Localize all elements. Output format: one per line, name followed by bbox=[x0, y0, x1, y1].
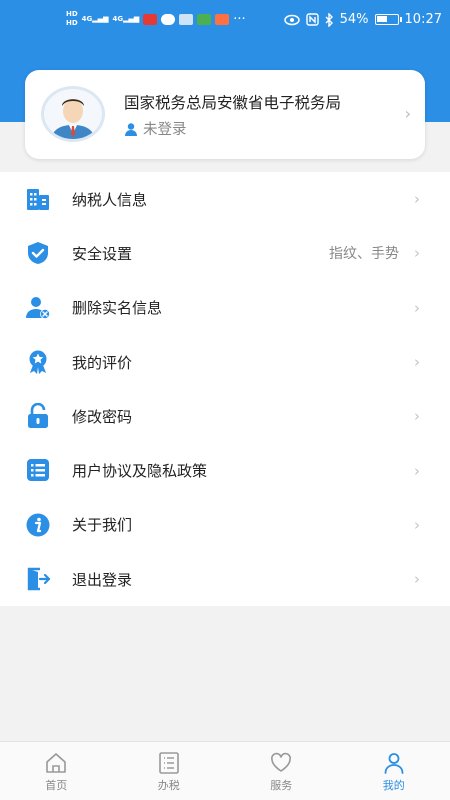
award-icon bbox=[29, 350, 47, 374]
status-icons-right: 54% 10:27 bbox=[283, 12, 442, 27]
bottom-tab-bar: 首页 办税 服务 我的 bbox=[0, 741, 450, 800]
chevron-right-icon: › bbox=[414, 570, 420, 589]
menu-label: 我的评价 bbox=[72, 353, 133, 372]
tab-label: 办税 bbox=[157, 779, 180, 792]
app-notification-icon-2 bbox=[215, 13, 230, 25]
building-icon bbox=[27, 189, 49, 210]
menu-item-about-us[interactable]: 关于我们 › bbox=[0, 498, 450, 552]
menu-item-logout[interactable]: 退出登录 › bbox=[0, 552, 450, 606]
person-icon bbox=[384, 753, 404, 774]
battery-icon bbox=[374, 14, 402, 25]
tab-label: 我的 bbox=[382, 779, 405, 792]
tab-home[interactable]: 首页 bbox=[0, 742, 113, 800]
chevron-right-icon: › bbox=[414, 461, 420, 480]
status-bar: HD HD 4G▂▄▆ 4G▂▄▆ ··· 54% 10:27 bbox=[0, 0, 450, 42]
tab-label: 服务 bbox=[270, 779, 293, 792]
login-status-text: 未登录 bbox=[143, 122, 187, 138]
menu-item-security-settings[interactable]: 安全设置 指纹、手势 › bbox=[0, 226, 450, 280]
organization-name: 国家税务总局安徽省电子税务局 bbox=[124, 94, 342, 112]
status-icons-left: HD HD 4G▂▄▆ 4G▂▄▆ ··· bbox=[66, 10, 246, 28]
lock-open-icon bbox=[28, 403, 48, 429]
notification-app-icon bbox=[143, 13, 158, 25]
menu-item-user-agreement[interactable]: 用户协议及隐私政策 › bbox=[0, 443, 450, 497]
menu-item-delete-identity[interactable]: 删除实名信息 › bbox=[0, 281, 450, 335]
menu-item-my-reviews[interactable]: 我的评价 › bbox=[0, 335, 450, 389]
chat-icon bbox=[161, 13, 176, 25]
shield-check-icon bbox=[28, 242, 48, 265]
menu-label: 删除实名信息 bbox=[72, 299, 163, 318]
message-icon bbox=[179, 13, 194, 25]
menu-item-change-password[interactable]: 修改密码 › bbox=[0, 389, 450, 443]
menu-label: 纳税人信息 bbox=[72, 190, 148, 209]
clock: 10:27 bbox=[404, 12, 442, 27]
menu-item-taxpayer-info[interactable]: 纳税人信息 › bbox=[0, 172, 450, 226]
home-icon bbox=[46, 753, 67, 773]
list-icon bbox=[27, 459, 49, 482]
nfc-icon bbox=[305, 13, 319, 26]
login-status[interactable]: 未登录 bbox=[124, 118, 187, 139]
menu-label: 修改密码 bbox=[72, 407, 133, 426]
settings-menu: 纳税人信息 › 安全设置 指纹、手势 › 删除实名信息 › 我的评价 › 修改密… bbox=[0, 172, 450, 607]
user-remove-icon bbox=[26, 296, 50, 319]
tab-mine[interactable]: 我的 bbox=[338, 742, 450, 800]
user-icon bbox=[125, 122, 137, 136]
hd-indicator: HD HD bbox=[66, 10, 78, 27]
eye-icon bbox=[283, 14, 300, 25]
menu-label: 关于我们 bbox=[72, 516, 133, 535]
avatar bbox=[41, 86, 105, 142]
chevron-right-icon: › bbox=[414, 298, 420, 317]
info-icon bbox=[26, 513, 50, 537]
app-notification-icon bbox=[197, 13, 212, 25]
menu-label: 退出登录 bbox=[72, 570, 133, 589]
bluetooth-icon bbox=[325, 12, 333, 27]
document-list-icon bbox=[158, 752, 179, 774]
chevron-right-icon: › bbox=[404, 104, 411, 123]
user-avatar-icon bbox=[51, 99, 95, 139]
battery-level bbox=[376, 16, 387, 22]
menu-label: 安全设置 bbox=[72, 244, 133, 263]
tab-services[interactable]: 服务 bbox=[225, 742, 338, 800]
more-notifications-icon: ··· bbox=[233, 11, 246, 27]
logout-icon bbox=[27, 567, 51, 591]
tab-tax-handling[interactable]: 办税 bbox=[113, 742, 226, 800]
chevron-right-icon: › bbox=[414, 353, 420, 372]
chevron-right-icon: › bbox=[414, 515, 420, 534]
chevron-right-icon: › bbox=[414, 407, 420, 426]
chevron-right-icon: › bbox=[414, 244, 420, 263]
signal-icon: 4G▂▄▆ bbox=[81, 15, 109, 23]
battery-percent: 54% bbox=[339, 12, 369, 27]
menu-value: 指纹、手势 bbox=[329, 246, 399, 263]
menu-label: 用户协议及隐私政策 bbox=[72, 462, 208, 481]
heart-icon bbox=[271, 752, 292, 772]
tab-label: 首页 bbox=[45, 779, 68, 792]
chevron-right-icon: › bbox=[414, 190, 420, 209]
profile-card[interactable]: 国家税务总局安徽省电子税务局 未登录 › bbox=[25, 70, 425, 159]
signal-icon-2: 4G▂▄▆ bbox=[112, 15, 140, 23]
